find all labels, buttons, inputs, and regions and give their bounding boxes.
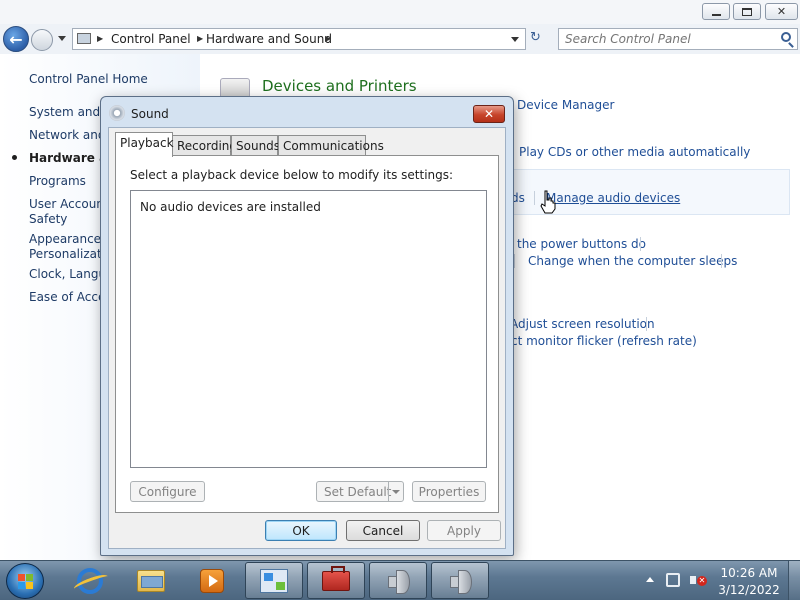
minimize-button[interactable] (702, 3, 730, 20)
power-buttons-link[interactable]: the power buttons do (517, 237, 646, 251)
tab-playback[interactable]: Playback (115, 132, 174, 157)
chevron-right-icon[interactable]: ▶ (97, 34, 103, 43)
back-arrow-icon: ← (9, 29, 23, 49)
show-hidden-icons-arrow[interactable] (646, 577, 654, 582)
start-button[interactable] (6, 563, 44, 599)
sidebar-item-user-accounts-line2[interactable]: Safety (29, 212, 67, 227)
breadcrumb-hardware-and-sound[interactable]: Hardware and Sound (206, 32, 332, 46)
navigation-bar: ← ▶ Control Panel ▶ Hardware and Sound ▶… (0, 24, 800, 54)
address-dropdown[interactable] (511, 37, 519, 42)
tab-communications[interactable]: Communications (278, 135, 384, 156)
dialog-title: Sound (131, 107, 169, 121)
taskbar: 10:26 AM 3/12/2022 (0, 560, 800, 600)
hand-cursor-icon (540, 190, 556, 214)
adjust-screen-resolution-link[interactable]: Adjust screen resolution (510, 317, 655, 331)
link-separator (514, 254, 515, 268)
dialog-body: Playback Recording Sounds Communications… (108, 127, 506, 549)
category-title-devices-and-printers[interactable]: Devices and Printers (262, 77, 417, 95)
forward-button[interactable] (31, 29, 53, 51)
sound-speaker-icon (109, 105, 125, 121)
back-button[interactable]: ← (3, 26, 29, 52)
taskbar-media-player[interactable] (183, 562, 241, 599)
search-box[interactable] (558, 28, 798, 50)
close-window-button[interactable]: ✕ (765, 3, 798, 20)
control-panel-home-link[interactable]: Control Panel Home (29, 72, 148, 87)
chevron-down-icon[interactable] (388, 482, 403, 501)
sidebar-item-programs[interactable]: Programs (29, 174, 86, 189)
chevron-right-icon[interactable]: ▶ (325, 34, 331, 43)
show-desktop-button[interactable] (788, 561, 800, 600)
taskbar-windows-explorer[interactable] (122, 562, 180, 599)
volume-muted-icon[interactable] (690, 572, 707, 588)
taskbar-sound-1[interactable] (369, 562, 427, 599)
recent-pages-dropdown[interactable] (58, 36, 66, 41)
close-icon: ✕ (776, 5, 787, 18)
refresh-icon[interactable]: ↻ (530, 30, 541, 45)
speaker-icon (386, 568, 410, 594)
taskbar-internet-explorer[interactable] (61, 562, 119, 599)
link-separator (534, 191, 535, 205)
close-icon: ✕ (483, 107, 495, 121)
breadcrumb-control-panel[interactable]: Control Panel (111, 32, 191, 46)
link-separator (640, 237, 641, 251)
network-icon[interactable] (666, 573, 680, 587)
apply-button[interactable]: Apply (427, 520, 501, 541)
set-default-button[interactable]: Set Default (316, 481, 404, 502)
sidebar-item-user-accounts[interactable]: User Account (29, 197, 109, 212)
playback-tab-panel: Select a playback device below to modify… (115, 155, 499, 513)
dialog-close-button[interactable]: ✕ (473, 105, 505, 123)
maximize-button[interactable] (733, 3, 761, 20)
speaker-icon (448, 568, 472, 594)
set-default-label: Set Default (324, 484, 392, 499)
internet-explorer-icon (77, 567, 103, 594)
folder-icon (137, 569, 165, 592)
taskbar-control-panel[interactable] (245, 562, 303, 599)
tab-recording[interactable]: Recording (172, 135, 237, 156)
configure-button[interactable]: Configure (130, 481, 205, 502)
control-panel-icon (260, 568, 288, 593)
tab-sounds[interactable]: Sounds (231, 135, 280, 156)
cancel-button[interactable]: Cancel (346, 520, 420, 541)
computer-sleeps-link[interactable]: Change when the computer sleeps (528, 254, 737, 268)
clock-date[interactable]: 3/12/2022 (716, 583, 782, 597)
ok-button[interactable]: OK (265, 520, 337, 541)
search-input[interactable] (565, 31, 770, 47)
windows-logo-icon (18, 574, 34, 590)
link-separator (646, 317, 647, 331)
taskbar-toolbox-app[interactable] (307, 562, 365, 599)
explorer-titlebar: ✕ (0, 0, 800, 24)
link-separator (721, 254, 722, 268)
playback-instruction: Select a playback device below to modify… (130, 168, 454, 182)
sidebar-item-network[interactable]: Network and (29, 128, 106, 143)
monitor-flicker-link[interactable]: ct monitor flicker (refresh rate) (511, 334, 697, 348)
toolbox-icon (322, 565, 350, 591)
minimize-icon (711, 13, 721, 16)
sound-dialog: Sound ✕ Playback Recording Sounds Commun… (100, 96, 514, 556)
manage-audio-devices-link[interactable]: Manage audio devices (546, 191, 680, 205)
clock-time[interactable]: 10:26 AM (716, 566, 782, 580)
taskbar-sound-2[interactable] (431, 562, 489, 599)
media-player-icon (200, 568, 224, 593)
current-page-bullet (12, 155, 17, 160)
maximize-icon (742, 7, 752, 16)
no-devices-message: No audio devices are installed (140, 200, 321, 214)
properties-button[interactable]: Properties (412, 481, 486, 502)
autoplay-link[interactable]: Play CDs or other media automatically (519, 145, 750, 159)
control-panel-icon (77, 33, 91, 44)
address-bar[interactable]: ▶ Control Panel ▶ Hardware and Sound ▶ (72, 28, 526, 50)
chevron-right-icon[interactable]: ▶ (197, 34, 203, 43)
playback-device-list[interactable]: No audio devices are installed (130, 190, 487, 468)
device-manager-link[interactable]: Device Manager (517, 98, 614, 112)
search-icon[interactable] (781, 32, 791, 42)
